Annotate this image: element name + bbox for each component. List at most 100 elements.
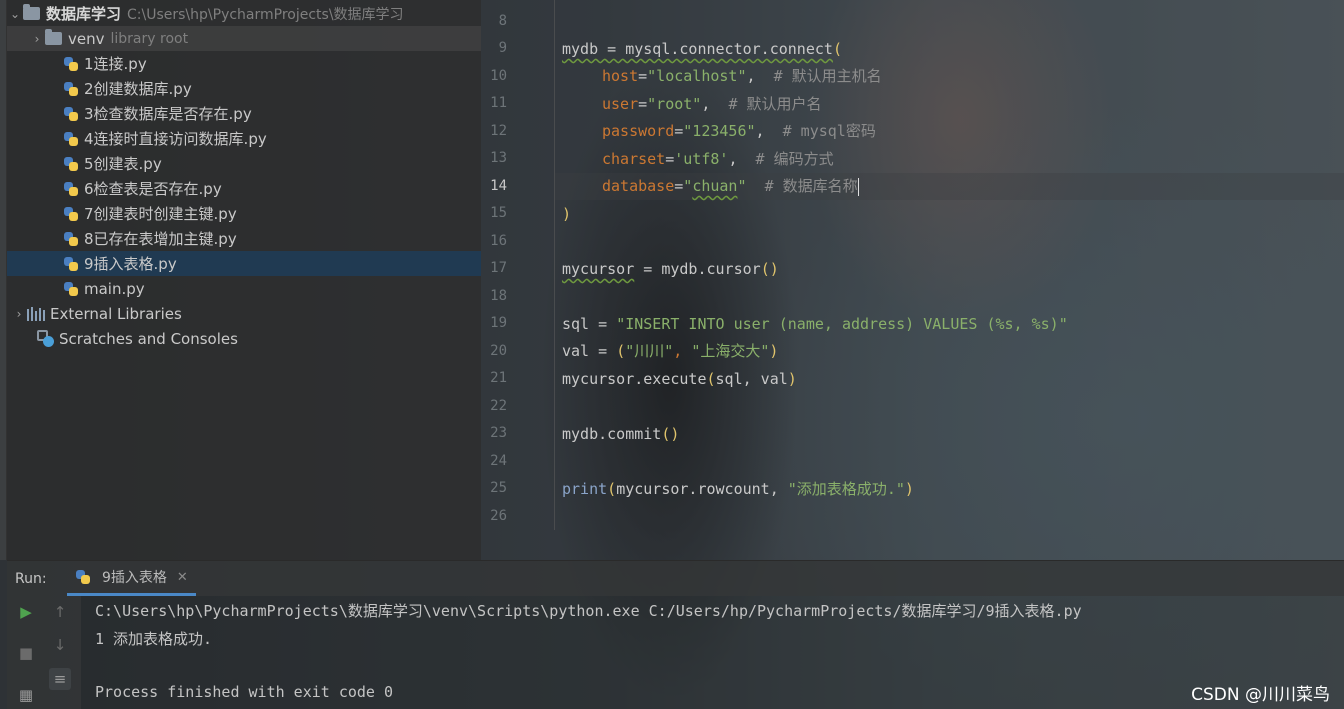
tree-file-item-selected[interactable]: 9插入表格.py [7,251,481,276]
code-token: ( [832,40,842,58]
console-line: C:\Users\hp\PycharmProjects\数据库学习\venv\S… [95,602,1082,620]
chevron-right-icon[interactable]: › [29,32,45,46]
code-token: , [673,342,692,360]
folder-icon [23,4,40,20]
library-icon [27,306,45,321]
layout-icon[interactable]: ▦ [15,684,37,706]
file-name: 5创建表.py [84,155,162,173]
code-token: "川川" [625,342,674,360]
code-line-21[interactable]: mycursor.execute(sql, val) [562,366,797,393]
file-name: 9插入表格.py [84,255,177,273]
tree-file-item[interactable]: main.py [7,276,481,301]
code-editor[interactable]: 8 9 10 11 12 13 14 15 16 17 18 19 20 21 … [481,0,1344,560]
code-comment: # mysql密码 [782,122,876,140]
code-token: user [602,95,639,113]
venv-note: library root [110,30,189,47]
tree-file-item[interactable]: 6检查表是否存在.py [7,176,481,201]
code-comment: # 默认用户名 [728,95,822,113]
gutter-divider [554,0,555,530]
tree-file-item[interactable]: 2创建数据库.py [7,76,481,101]
stop-icon[interactable]: ■ [15,642,37,664]
code-token: ) [787,370,797,388]
file-name: 8已存在表增加主键.py [84,230,237,248]
code-line-19[interactable]: sql = "INSERT INTO user (name, address) … [562,311,1068,338]
code-token: () [661,425,680,443]
tree-file-item[interactable]: 3检查数据库是否存在.py [7,101,481,126]
code-line-15[interactable]: ) [562,201,571,228]
tree-file-item[interactable]: 7创建表时创建主键.py [7,201,481,226]
code-line-20[interactable]: val = ("川川", "上海交大") [562,338,778,365]
code-token: , [728,150,756,168]
code-token: " [737,177,747,195]
line-number: 26 [490,508,507,524]
code-token: = [638,67,648,85]
python-file-icon [75,569,91,585]
code-token: "INSERT INTO user (name, address) VALUES… [616,315,1068,333]
chevron-right-icon[interactable]: › [11,307,27,321]
line-number: 9 [498,40,507,56]
chevron-down-icon[interactable]: ⌄ [7,7,23,21]
line-number: 24 [490,453,507,469]
code-line-12[interactable]: password="123456", # mysql密码 [562,118,876,145]
line-number: 20 [490,343,507,359]
python-file-icon [63,131,79,147]
run-console[interactable]: C:\Users\hp\PycharmProjects\数据库学习\venv\S… [81,596,1344,709]
code-token: ( [616,342,626,360]
external-libraries-label: External Libraries [50,304,182,323]
python-file-icon [63,231,79,247]
tree-file-item[interactable]: 4连接时直接访问数据库.py [7,126,481,151]
tool-window-strip[interactable] [0,0,7,560]
close-icon[interactable]: ✕ [177,570,188,585]
python-file-icon [63,56,79,72]
tree-file-item[interactable]: 5创建表.py [7,151,481,176]
code-token: " [683,177,693,195]
code-line-11[interactable]: user="root", # 默认用户名 [562,91,822,118]
text-caret [857,177,859,196]
code-token: mydb = mysql.connector.connect [562,40,833,58]
arrow-up-icon[interactable]: ↑ [49,601,71,623]
rerun-icon[interactable]: ▶ [15,601,37,623]
watermark: CSDN @川川菜鸟 [1191,685,1330,705]
python-file-icon [63,206,79,222]
code-token: sql = [562,315,617,333]
line-number: 18 [490,288,507,304]
soft-wrap-icon[interactable]: ≡ [49,668,71,690]
code-token: = [638,95,648,113]
line-number: 13 [490,150,507,166]
code-line-13[interactable]: charset='utf8', # 编码方式 [562,146,834,173]
tree-item-external-libraries[interactable]: › External Libraries [7,301,481,326]
code-token: = mydb.cursor [634,260,761,278]
code-line-25[interactable]: print(mycursor.rowcount, "添加表格成功.") [562,476,914,503]
tree-file-item[interactable]: 1连接.py [7,51,481,76]
file-name: 6检查表是否存在.py [84,180,222,198]
arrow-down-icon[interactable]: ↓ [49,634,71,656]
tree-file-item[interactable]: 8已存在表增加主键.py [7,226,481,251]
line-number: 11 [490,95,507,111]
code-line-23[interactable]: mydb.commit() [562,421,679,448]
code-token: "添加表格成功." [787,480,905,498]
code-token: sql, val [715,370,788,388]
root-folder-path: C:\Users\hp\PycharmProjects\数据库学习 [127,6,404,23]
tree-item-venv[interactable]: › venv library root [7,26,481,51]
file-name: main.py [84,279,145,298]
code-token: val = [562,342,617,360]
tree-item-scratches[interactable]: Scratches and Consoles [7,326,481,351]
venv-name: venv [68,29,105,48]
code-line-10[interactable]: host="localhost", # 默认用主机名 [562,63,882,90]
run-tab[interactable]: 9插入表格 ✕ [67,562,196,596]
run-toolbar: Run: 9插入表格 ✕ [7,560,1344,596]
console-line: 1 添加表格成功. [95,630,213,648]
code-line-9[interactable]: mydb = mysql.connector.connect( [562,36,842,63]
tree-root-item[interactable]: ⌄ 数据库学习 C:\Users\hp\PycharmProjects\数据库学… [7,1,481,26]
code-line-17[interactable]: mycursor = mydb.cursor() [562,256,779,283]
scratches-label: Scratches and Consoles [59,329,238,348]
file-name: 2创建数据库.py [84,80,192,98]
file-name: 4连接时直接访问数据库.py [84,130,267,148]
console-line: Process finished with exit code 0 [95,683,394,701]
python-file-icon [63,106,79,122]
code-token: "上海交大" [691,342,770,360]
python-file-icon [63,156,79,172]
code-token: "root" [647,95,702,113]
code-line-14[interactable]: database="chuan" # 数据库名称 [562,173,859,200]
